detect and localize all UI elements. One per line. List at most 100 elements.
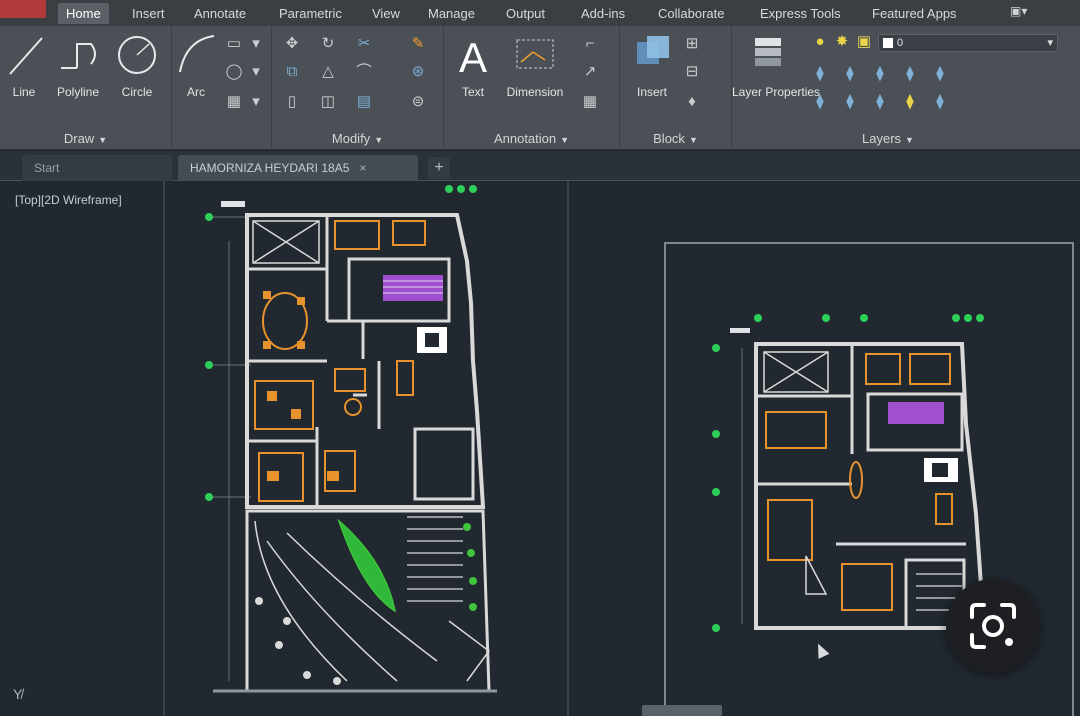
chevron-down-icon: ▾ <box>1047 37 1053 49</box>
dimension-icon <box>516 39 554 69</box>
circle-label: Circle <box>121 85 153 99</box>
offset-icon[interactable]: ⊜ <box>408 92 428 112</box>
layer-on-icon[interactable]: ● <box>810 32 830 52</box>
arc-button[interactable]: Arc <box>174 30 218 99</box>
line-button[interactable]: Line <box>2 30 46 99</box>
circle-button[interactable]: Circle <box>112 30 162 99</box>
multileader-icon[interactable]: ↗ <box>580 62 600 82</box>
hatch-icon[interactable]: ▦ <box>224 92 244 112</box>
layers-panel-title[interactable]: Layers ▼ <box>862 131 1070 146</box>
application-menu-button[interactable] <box>0 0 46 18</box>
move-icon[interactable]: ✥ <box>282 34 302 54</box>
line-label: Line <box>12 85 36 99</box>
tab-express-tools[interactable]: Express Tools <box>752 3 849 24</box>
close-icon[interactable]: × <box>359 161 366 175</box>
google-lens-icon <box>970 603 1016 649</box>
create-block-icon[interactable]: ⊞ <box>682 34 702 54</box>
block-panel-title[interactable]: Block ▼ <box>620 131 731 146</box>
tab-home[interactable]: Home <box>58 3 109 24</box>
line-icon <box>9 37 43 75</box>
tab-output[interactable]: Output <box>498 3 553 24</box>
insert-block-button[interactable]: Insert <box>626 30 678 99</box>
model-space[interactable]: [Top][2D Wireframe] Y̸ <box>10 181 1080 716</box>
arc-label: Arc <box>187 85 205 99</box>
void-cross <box>252 220 320 264</box>
layer-previous-icon[interactable]: ⧫ <box>840 64 860 84</box>
tab-annotate[interactable]: Annotate <box>186 3 254 24</box>
layer-lock-icon[interactable]: ▣ <box>854 32 874 52</box>
mirror-icon[interactable]: △ <box>318 62 338 82</box>
interior-walls <box>247 215 475 507</box>
new-tab-plus-icon[interactable]: + <box>428 157 450 179</box>
erase-icon[interactable]: ✎ <box>408 34 428 54</box>
layout-tab-indicator[interactable] <box>642 705 722 716</box>
circle-icon <box>118 36 156 74</box>
floor-plan-drawing <box>205 185 497 693</box>
chevron-down-icon[interactable]: ▾ <box>246 34 266 54</box>
svg-text:A: A <box>459 34 487 78</box>
tab-manage[interactable]: Manage <box>420 3 483 24</box>
layer-color-swatch <box>883 38 893 48</box>
viewport-label[interactable]: [Top][2D Wireframe] <box>15 193 122 207</box>
tab-view[interactable]: View <box>364 3 408 24</box>
draw-panel-extra: Arc ▭ ▾ ◯ ▾ ▦ ▾ <box>172 26 272 150</box>
left-viewport[interactable]: [Top][2D Wireframe] Y̸ <box>10 181 165 716</box>
text-label: Text <box>461 85 484 99</box>
array-icon[interactable]: ▤ <box>354 92 374 112</box>
table-icon[interactable]: ▦ <box>580 92 600 112</box>
stair-block <box>383 275 447 353</box>
modify-panel-title[interactable]: Modify ▼ <box>272 131 443 146</box>
text-button[interactable]: A Text <box>448 30 498 99</box>
fillet-icon[interactable]: ⌒ <box>354 62 374 82</box>
scale-icon[interactable]: ◫ <box>318 92 338 112</box>
annotation-panel: A Text Dimension ⌐ ↗ ▦ Annotation ▼ <box>444 26 620 150</box>
tab-parametric[interactable]: Parametric <box>271 3 350 24</box>
layer-merge-icon[interactable]: ⧫ <box>900 92 920 112</box>
layer-lock-tool-icon[interactable]: ⧫ <box>840 92 860 112</box>
ellipse-icon[interactable]: ◯ <box>224 62 244 82</box>
block-panel: Insert ⊞ ⊟ ♦ Block ▼ <box>620 26 732 150</box>
annotation-panel-title[interactable]: Annotation ▼ <box>444 131 619 146</box>
main-viewport[interactable] <box>167 181 569 716</box>
layer-walk-icon[interactable]: ⧫ <box>870 92 890 112</box>
tab-featured-apps[interactable]: Featured Apps <box>864 3 965 24</box>
explode-icon[interactable]: ⊛ <box>408 62 428 82</box>
layer-off-icon[interactable]: ⧫ <box>930 64 950 84</box>
modify-panel: ✥ ↻ ✂ ✎ ⧉ △ ⌒ ⊛ ▯ ◫ ▤ ⊜ Modify ▼ <box>272 26 444 150</box>
layer-delete-icon[interactable]: ⧫ <box>930 92 950 112</box>
rotate-icon[interactable]: ↻ <box>318 34 338 54</box>
tab-collaborate[interactable]: Collaborate <box>650 3 733 24</box>
layer-unisolate-icon[interactable]: ⧫ <box>900 64 920 84</box>
current-layer-value: 0 <box>897 37 904 49</box>
layer-freeze-tool-icon[interactable]: ⧫ <box>810 92 830 112</box>
layer-match-icon[interactable]: ⧫ <box>810 64 830 84</box>
rectangle-icon[interactable]: ▭ <box>224 34 244 54</box>
layer-isolate-icon[interactable]: ⧫ <box>870 64 890 84</box>
layer-properties-button[interactable]: Layer Properties <box>732 30 820 100</box>
chevron-down-icon[interactable]: ▾ <box>246 62 266 82</box>
layer-dropdown[interactable]: 0 ▾ <box>878 34 1058 52</box>
leader-icon[interactable]: ⌐ <box>580 34 600 54</box>
copy-icon[interactable]: ⧉ <box>282 62 302 82</box>
layer-freeze-icon[interactable]: ✸ <box>832 32 852 52</box>
arc-icon <box>179 35 215 73</box>
ribbon: Line Polyline Circle Draw ▼ Arc ▭ ▾ ◯ ▾ ▦… <box>0 26 1080 150</box>
tab-insert[interactable]: Insert <box>124 3 173 24</box>
ribbon-minimize-icon[interactable]: ▣▾ <box>1010 4 1027 18</box>
ucs-icon: Y̸ <box>13 686 23 702</box>
google-lens-button[interactable] <box>946 579 1040 673</box>
draw-panel-title[interactable]: Draw ▼ <box>0 131 171 146</box>
grid-axes <box>209 216 251 681</box>
block-attributes-icon[interactable]: ♦ <box>682 92 702 112</box>
dimension-button[interactable]: Dimension <box>500 30 570 99</box>
edit-block-icon[interactable]: ⊟ <box>682 62 702 82</box>
active-drawing-name: HAMORNIZA HEYDARI 18A5 <box>190 161 350 175</box>
tab-start[interactable]: Start <box>22 155 172 181</box>
stretch-icon[interactable]: ▯ <box>282 92 302 112</box>
chevron-down-icon[interactable]: ▾ <box>246 92 266 112</box>
polyline-label: Polyline <box>56 85 100 99</box>
tab-add-ins[interactable]: Add-ins <box>573 3 633 24</box>
tab-active-drawing[interactable]: HAMORNIZA HEYDARI 18A5 × <box>178 155 418 181</box>
polyline-button[interactable]: Polyline <box>50 30 106 99</box>
trim-icon[interactable]: ✂ <box>354 34 374 54</box>
